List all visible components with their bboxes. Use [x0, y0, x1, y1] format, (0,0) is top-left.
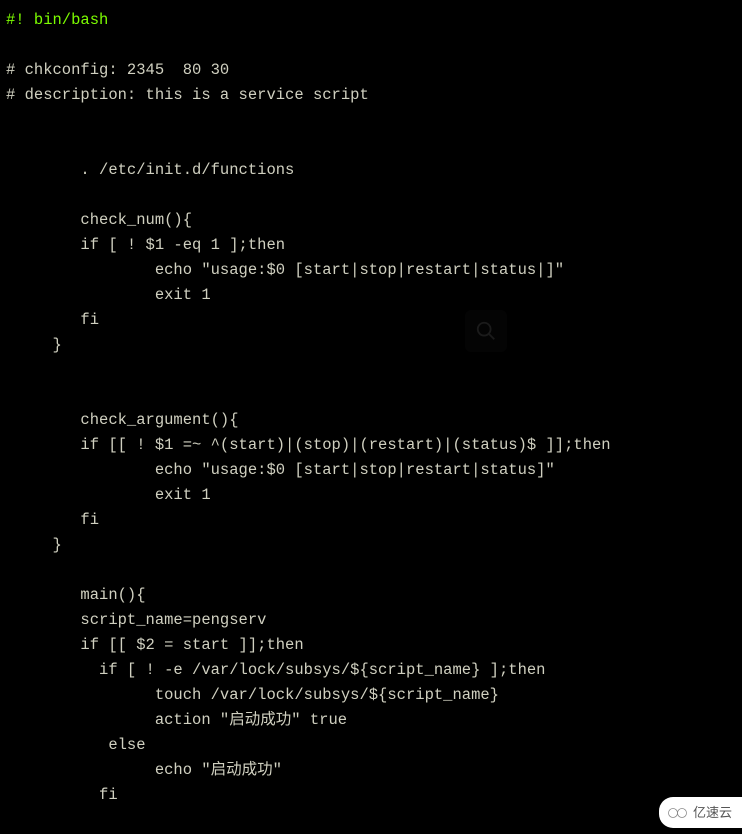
code-line: exit 1 — [6, 286, 211, 304]
code-block: #! bin/bash # chkconfig: 2345 80 30 # de… — [0, 0, 742, 816]
code-line: if [ ! -e /var/lock/subsys/${script_name… — [6, 661, 546, 679]
search-icon — [475, 320, 497, 342]
code-line: echo "usage:$0 [start|stop|restart|statu… — [6, 261, 564, 279]
code-line: if [[ ! $1 =~ ^(start)|(stop)|(restart)|… — [6, 436, 611, 454]
code-line: exit 1 — [6, 486, 211, 504]
code-line: touch /var/lock/subsys/${script_name} — [6, 686, 499, 704]
code-line: fi — [6, 786, 118, 804]
code-line: # description: this is a service script — [6, 86, 369, 104]
brand-logo-text: 亿速云 — [693, 800, 732, 825]
code-line: if [[ $2 = start ]];then — [6, 636, 304, 654]
code-line: # chkconfig: 2345 80 30 — [6, 61, 229, 79]
code-line: main(){ — [6, 586, 146, 604]
code-line: if [ ! $1 -eq 1 ];then — [6, 236, 285, 254]
code-line: check_argument(){ — [6, 411, 239, 429]
code-line: echo "usage:$0 [start|stop|restart|statu… — [6, 461, 555, 479]
code-line: action "启动成功" true — [6, 711, 347, 729]
brand-logo-pill: 亿速云 — [659, 797, 742, 828]
code-line-shebang: #! bin/bash — [6, 11, 108, 29]
search-watermark — [465, 310, 507, 352]
code-line: echo "启动成功" — [6, 761, 282, 779]
code-line: } — [6, 336, 62, 354]
cloud-icon — [667, 806, 689, 820]
code-line: . /etc/init.d/functions — [6, 161, 294, 179]
code-line: fi — [6, 311, 99, 329]
code-line: else — [6, 736, 146, 754]
code-line: } — [6, 536, 62, 554]
code-line: fi — [6, 511, 99, 529]
code-line: script_name=pengserv — [6, 611, 266, 629]
code-line: check_num(){ — [6, 211, 192, 229]
